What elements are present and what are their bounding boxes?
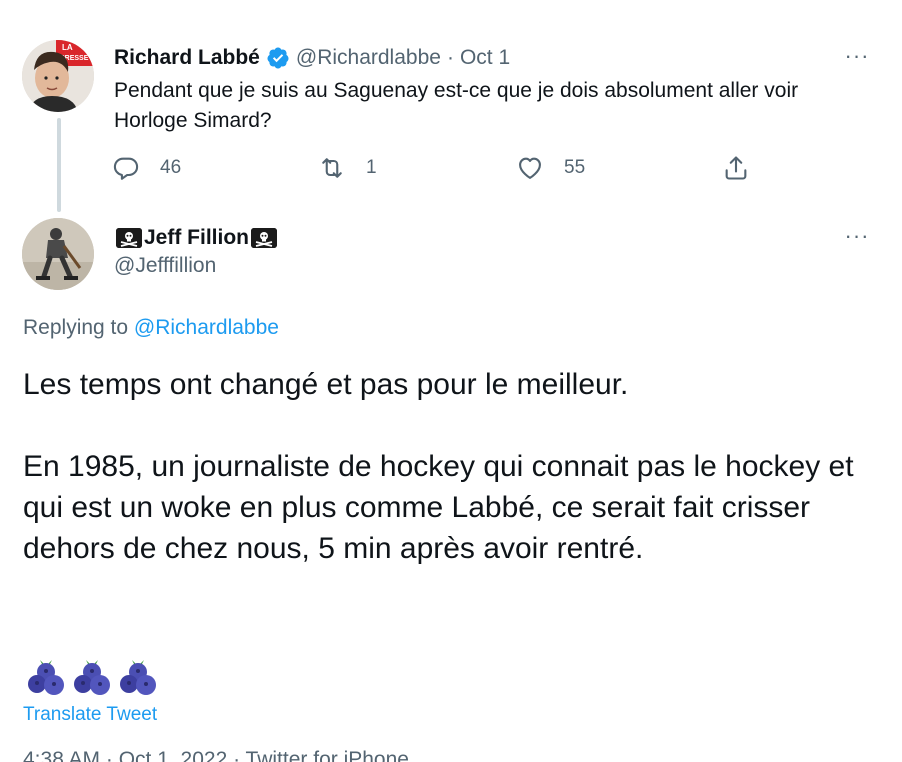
parent-tweet[interactable]: LA PRESSE Richard Labbé @Richardlabbe · [0, 0, 902, 212]
avatar[interactable]: LA PRESSE [22, 40, 94, 112]
reply-icon [113, 157, 139, 180]
tweet-thread: LA PRESSE Richard Labbé @Richardlabbe · [0, 0, 902, 762]
avatar-image: LA PRESSE [22, 40, 94, 112]
share-button[interactable] [722, 150, 770, 186]
retweet-icon [322, 158, 342, 178]
like-count: 55 [564, 157, 586, 178]
tweet-date[interactable]: Oct 1 [460, 46, 510, 70]
tweet-actions: 46 1 55 [108, 150, 768, 186]
share-icon [725, 156, 747, 180]
reply-avatar[interactable] [22, 218, 94, 290]
more-icon[interactable]: ··· [840, 223, 874, 248]
verified-badge-icon [266, 46, 290, 70]
retweet-button[interactable]: 1 [318, 150, 377, 186]
reply-author-handle[interactable]: @Jefffillion [114, 254, 216, 278]
retweet-count: 1 [366, 157, 377, 178]
like-icon [519, 157, 541, 179]
thread-connector-line [57, 118, 61, 212]
reply-text-line-2: En 1985, un journaliste de hockey qui co… [23, 450, 854, 565]
author-name[interactable]: Richard Labbé [114, 46, 260, 70]
avatar-badge-text: LA [62, 43, 73, 52]
blueberries-emoji [120, 660, 156, 695]
reply-text-line-1: Les temps ont changé et pas pour le meil… [23, 368, 629, 401]
pirate-flag-icon [116, 228, 142, 248]
reply-avatar-image [22, 218, 94, 290]
like-button[interactable]: 55 [516, 150, 585, 186]
reply-count: 46 [160, 157, 182, 178]
author-handle[interactable]: @Richardlabbe [296, 46, 441, 70]
reply-author-name-row[interactable]: Jeff Fillion [114, 224, 279, 252]
parent-tweet-header: Richard Labbé @Richardlabbe · Oct 1 [114, 44, 510, 72]
more-icon[interactable]: ··· [840, 43, 874, 68]
blueberries-emoji [28, 660, 64, 695]
replying-to: Replying to @Richardlabbe [23, 316, 279, 340]
tweet-text: Pendant que je suis au Saguenay est-ce q… [114, 79, 799, 132]
reply-author-name[interactable]: Jeff Fillion [144, 226, 249, 250]
replying-to-prefix: Replying to [23, 316, 129, 339]
reply-tweet-text: Les temps ont changé et pas pour le meil… [23, 364, 873, 569]
tweet-timestamp[interactable]: 4:38 AM · Oct 1, 2022 · Twitter for iPho… [23, 748, 409, 762]
emoji-row [26, 654, 158, 698]
separator-dot: · [446, 46, 454, 69]
replying-to-link[interactable]: @Richardlabbe [134, 316, 279, 339]
pirate-flag-icon [251, 228, 277, 248]
blueberries-emoji [74, 660, 110, 695]
reply-button[interactable]: 46 [112, 150, 181, 186]
translate-tweet-link[interactable]: Translate Tweet [23, 704, 157, 726]
